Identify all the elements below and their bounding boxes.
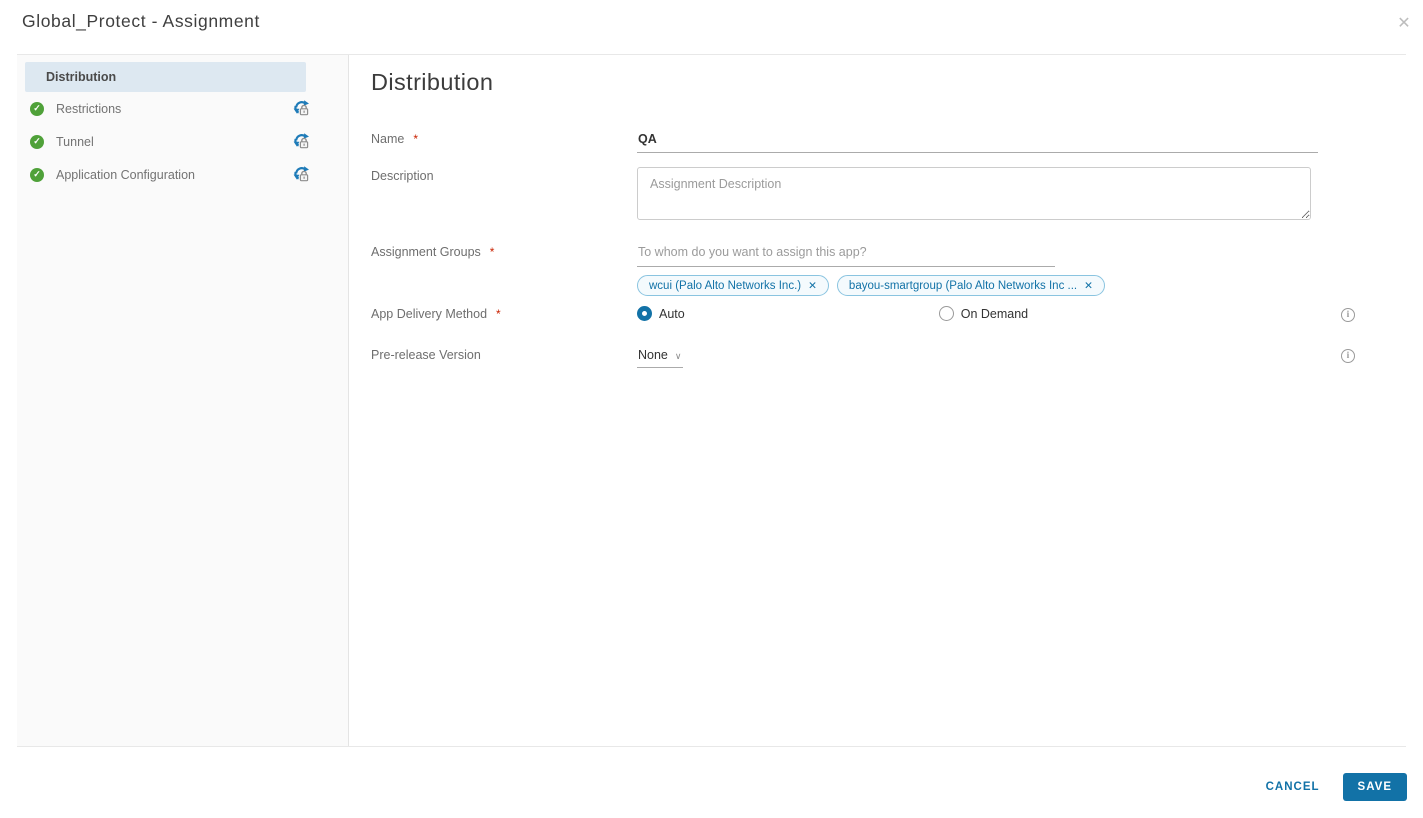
sidebar-item-tunnel[interactable]: ✓ Tunnel <box>17 125 348 158</box>
assignment-group-chip[interactable]: bayou-smartgroup (Palo Alto Networks Inc… <box>836 275 1105 296</box>
chip-remove-icon[interactable]: ✕ <box>808 280 817 292</box>
step-completed-check-icon: ✓ <box>30 134 44 149</box>
distribution-form: Distribution Name * Description Assignmen… <box>349 55 1423 746</box>
label-text: App Delivery Method <box>371 307 488 321</box>
sidebar-item-distribution[interactable]: Distribution <box>25 62 306 92</box>
radio-label: On Demand <box>960 306 1029 321</box>
steps-sidebar: Distribution ✓ Restrictions ✓ Tunnel ✓ A… <box>17 55 349 746</box>
name-input[interactable] <box>637 132 1318 153</box>
radio-label: Auto <box>659 306 685 321</box>
step-label: Restrictions <box>56 101 122 116</box>
name-field-row: Name * <box>371 130 1423 153</box>
assignment-group-chips: wcui (Palo Alto Networks Inc.) ✕ bayou-s… <box>637 275 1423 296</box>
select-value: None <box>638 348 668 362</box>
required-asterisk: * <box>489 245 495 259</box>
name-label: Name * <box>371 130 637 146</box>
app-delivery-method-label: App Delivery Method * <box>371 305 637 321</box>
page-title: Distribution <box>371 69 494 95</box>
app-delivery-method-field-row: App Delivery Method * Auto On Demand <box>371 305 1423 321</box>
radio-unselected-icon[interactable] <box>938 306 954 321</box>
step-completed-check-icon: ✓ <box>30 167 44 182</box>
prerelease-version-label: Pre-release Version <box>371 346 637 362</box>
radio-option-auto[interactable]: Auto <box>637 306 685 321</box>
label-text: Assignment Groups <box>371 245 481 259</box>
description-label: Description <box>371 167 637 183</box>
step-label: Distribution <box>46 70 117 84</box>
required-asterisk: * <box>496 307 501 321</box>
label-text: Description <box>371 169 434 183</box>
chip-label: bayou-smartgroup (Palo Alto Networks Inc… <box>848 279 1078 292</box>
assignment-groups-label: Assignment Groups * <box>371 243 637 259</box>
assignment-groups-input[interactable] <box>637 245 1055 267</box>
radio-selected-icon[interactable] <box>637 306 652 321</box>
sidebar-item-restrictions[interactable]: ✓ Restrictions <box>17 92 348 125</box>
radio-option-on-demand[interactable]: On Demand <box>938 306 1029 321</box>
assignment-groups-field-row: Assignment Groups * wcui (Palo Alto Netwo… <box>371 243 1423 296</box>
step-label: Application Configuration <box>56 167 195 182</box>
sync-lock-icon[interactable] <box>292 132 311 151</box>
prerelease-version-info-icon[interactable]: i <box>1341 349 1355 363</box>
prerelease-version-field-row: Pre-release Version None ∨ <box>371 346 1423 368</box>
step-completed-check-icon: ✓ <box>30 101 44 116</box>
prerelease-version-select[interactable]: None ∨ <box>637 348 684 368</box>
save-button[interactable]: SAVE <box>1342 773 1407 801</box>
sync-lock-icon[interactable] <box>292 165 311 184</box>
app-delivery-method-info-icon[interactable]: i <box>1341 308 1355 322</box>
footer-divider <box>17 746 1406 747</box>
chevron-down-icon: ∨ <box>674 351 682 361</box>
step-label: Tunnel <box>56 134 94 149</box>
app-delivery-method-radio-group: Auto On Demand <box>637 305 1423 321</box>
required-asterisk: * <box>413 132 419 146</box>
label-text: Pre-release Version <box>371 348 481 362</box>
description-field-row: Description <box>371 167 1423 225</box>
cancel-button[interactable]: CANCEL <box>1266 781 1320 793</box>
description-textarea[interactable] <box>637 167 1311 220</box>
assignment-group-chip[interactable]: wcui (Palo Alto Networks Inc.) ✕ <box>637 275 829 296</box>
chip-remove-icon[interactable]: ✕ <box>1084 280 1093 292</box>
label-text: Name <box>371 132 405 146</box>
sidebar-item-application-configuration[interactable]: ✓ Application Configuration <box>17 158 348 191</box>
sync-lock-icon[interactable] <box>292 99 311 118</box>
chip-label: wcui (Palo Alto Networks Inc.) <box>649 279 802 292</box>
dialog-title: Global_Protect - Assignment <box>22 11 260 31</box>
close-icon[interactable]: ✕ <box>1394 14 1414 34</box>
footer-actions: CANCEL SAVE <box>1266 773 1407 801</box>
